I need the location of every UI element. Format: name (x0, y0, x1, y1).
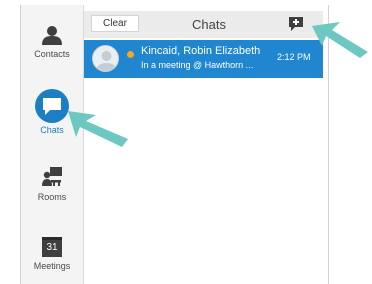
rooms-icon (42, 167, 62, 186)
nav-label-rooms: Rooms (37, 192, 67, 202)
calendar-icon: 31 (42, 237, 62, 257)
avatar (92, 45, 119, 72)
presence-busy-icon (127, 51, 134, 58)
chat-list-item[interactable]: Kincaid, Robin Elizabeth In a meeting @ … (84, 40, 323, 78)
clear-button[interactable]: Clear (91, 15, 139, 32)
highlight-arrow-icon (312, 22, 368, 58)
nav-item-contacts[interactable]: Contacts (21, 25, 83, 59)
page-title: Chats (192, 17, 226, 32)
chats-header: Clear Chats (84, 11, 323, 38)
chat-contact-name: Kincaid, Robin Elizabeth (141, 45, 261, 57)
chat-status-text: In a meeting @ Hawthorn ... (141, 60, 254, 70)
highlight-arrow-icon (68, 111, 128, 147)
calendar-day: 31 (46, 242, 58, 253)
nav-label-meetings: Meetings (33, 261, 71, 271)
nav-item-meetings[interactable]: 31 Meetings (21, 237, 83, 271)
person-icon (42, 26, 62, 45)
calendar-top-bar (42, 237, 62, 240)
nav-item-rooms[interactable]: Rooms (21, 166, 83, 202)
avatar-placeholder-icon (96, 51, 117, 71)
nav-label-contacts: Contacts (34, 49, 70, 59)
